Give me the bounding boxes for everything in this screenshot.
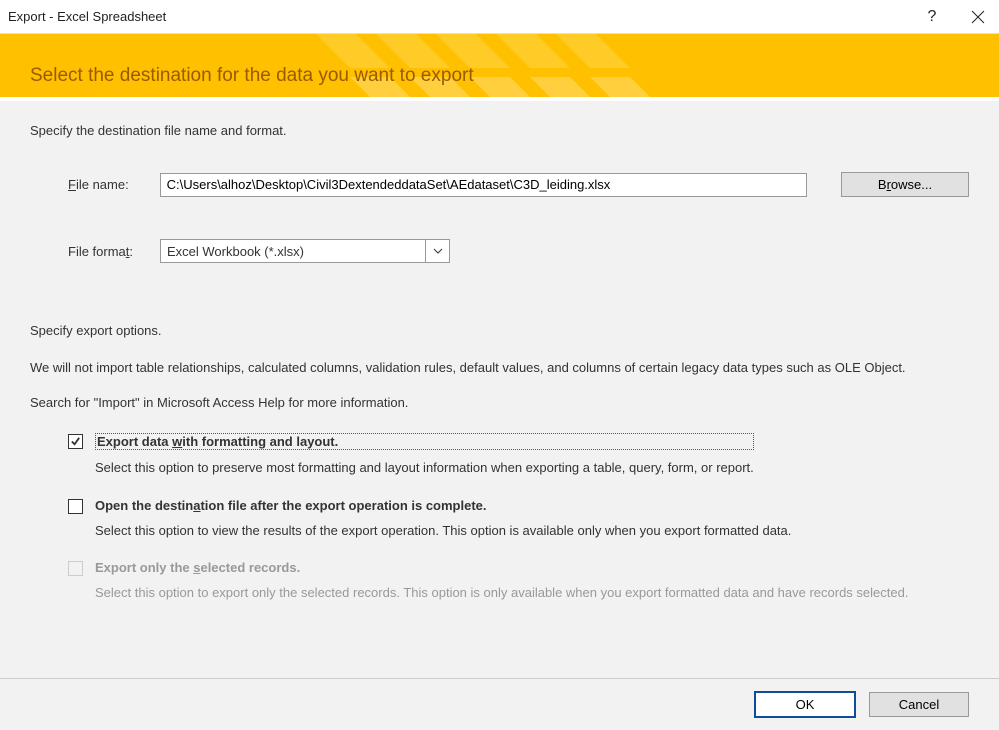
import-note: We will not import table relationships, …: [30, 358, 969, 379]
banner-heading: Select the destination for the data you …: [30, 65, 474, 87]
banner: Select the destination for the data you …: [0, 34, 999, 99]
file-format-select[interactable]: Excel Workbook (*.xlsx): [160, 239, 450, 263]
file-format-value: Excel Workbook (*.xlsx): [161, 240, 425, 262]
chevron-down-icon: [425, 240, 449, 262]
ok-button[interactable]: OK: [755, 692, 855, 717]
option-open-after-desc: Select this option to view the results o…: [95, 521, 791, 541]
file-format-label: File format:: [68, 244, 160, 259]
file-format-row: File format: Excel Workbook (*.xlsx): [68, 239, 969, 263]
file-name-row: File name: Browse...: [68, 172, 969, 197]
destination-heading: Specify the destination file name and fo…: [30, 123, 969, 138]
option-open-after-checkbox[interactable]: [68, 499, 83, 514]
dialog-footer: OK Cancel: [0, 678, 999, 730]
browse-button[interactable]: Browse...: [841, 172, 969, 197]
option-open-after-label[interactable]: Open the destination file after the expo…: [95, 498, 791, 513]
option-selected-records-desc: Select this option to export only the se…: [95, 583, 908, 603]
option-selected-records-checkbox: [68, 561, 83, 576]
close-button[interactable]: [969, 8, 987, 26]
main-content: Specify the destination file name and fo…: [0, 101, 999, 613]
option-formatting-checkbox[interactable]: [68, 434, 83, 449]
option-open-after-row: Open the destination file after the expo…: [68, 498, 969, 541]
titlebar-controls: ?: [923, 8, 987, 26]
option-formatting-desc: Select this option to preserve most form…: [95, 458, 754, 478]
banner-decoration: [310, 34, 730, 68]
option-selected-records-row: Export only the selected records. Select…: [68, 560, 969, 603]
option-selected-records-label: Export only the selected records.: [95, 560, 908, 575]
help-button[interactable]: ?: [923, 8, 941, 26]
cancel-button[interactable]: Cancel: [869, 692, 969, 717]
file-name-input[interactable]: [160, 173, 808, 197]
option-formatting-label[interactable]: Export data with formatting and layout.: [95, 433, 754, 450]
option-formatting-row: Export data with formatting and layout. …: [68, 433, 969, 478]
export-options-heading: Specify export options.: [30, 321, 969, 342]
titlebar: Export - Excel Spreadsheet ?: [0, 0, 999, 34]
file-name-label: File name:: [68, 177, 160, 192]
window-title: Export - Excel Spreadsheet: [8, 9, 923, 24]
search-help-note: Search for "Import" in Microsoft Access …: [30, 393, 969, 414]
